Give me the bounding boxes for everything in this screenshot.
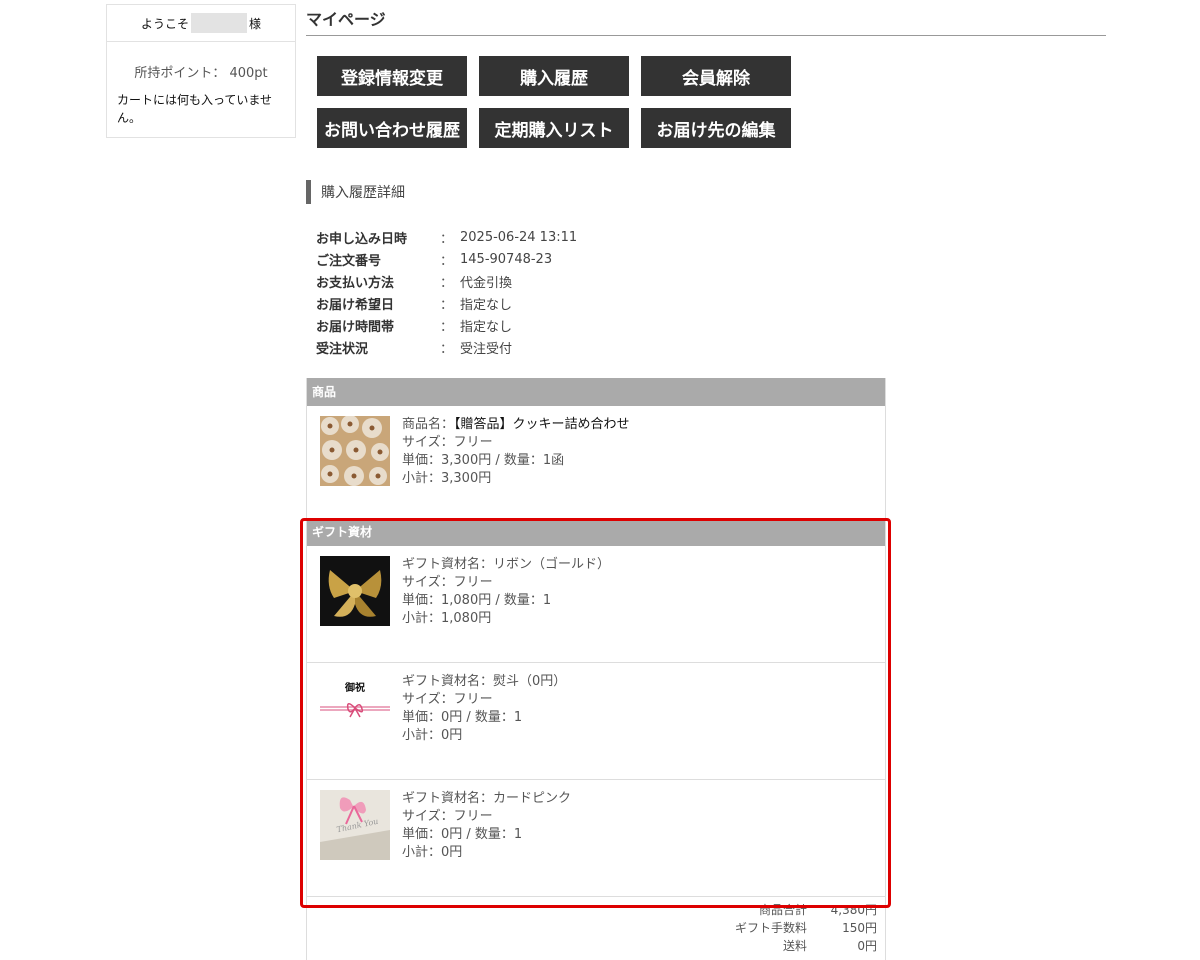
pink-card-image: Thank You: [320, 790, 390, 860]
gift-item-subtotal: 小計：1,080円: [402, 611, 492, 626]
delivery-time-value: 指定なし: [460, 319, 513, 335]
colon: ：: [440, 275, 454, 291]
order-number-label: ご注文番号: [316, 253, 382, 269]
colon: ：: [440, 253, 454, 269]
product-total-value: 4,380円: [830, 903, 877, 917]
gift-item-details: ギフト資材名：カードピンク サイズ：フリー 単価：0円 / 数量：1 小計：0円: [402, 790, 571, 862]
order-status-row: 受注状況 ： 受注受付: [316, 336, 577, 358]
gift-fee-value: 150円: [842, 921, 877, 935]
product-total-row: 商品合計 4,380円: [687, 901, 877, 919]
product-name-label: 商品名：: [402, 417, 455, 432]
payment-method-row: お支払い方法 ： 代金引換: [316, 270, 577, 292]
shipping-fee-value: 0円: [857, 939, 877, 953]
delivery-date-row: お届け希望日 ： 指定なし: [316, 292, 577, 314]
gift-fee-label: ギフト手数料: [734, 921, 807, 935]
edit-registration-button[interactable]: 登録情報変更: [317, 56, 467, 96]
welcome-prefix: ようこそ: [140, 16, 189, 31]
gift-item-row: Thank You ギフト資材名：カードピンク サイズ：フリー 単価：0円 / …: [307, 780, 885, 897]
gift-item-name: ギフト資材名：熨斗（0円）: [402, 674, 567, 689]
welcome-message: ようこそ 様: [107, 5, 295, 42]
colon: ：: [440, 297, 454, 313]
subscription-list-button[interactable]: 定期購入リスト: [479, 108, 629, 148]
order-date-value: 2025-06-24 13:11: [460, 229, 578, 245]
order-info: お申し込み日時 ： 2025-06-24 13:11 ご注文番号 ： 145-9…: [316, 226, 577, 358]
order-date-row: お申し込み日時 ： 2025-06-24 13:11: [316, 226, 577, 248]
cart-status: カートには何も入っていません。: [117, 93, 273, 125]
colon: ：: [440, 341, 454, 357]
gift-item-name: ギフト資材名：リボン（ゴールド）: [402, 557, 611, 572]
order-date-label: お申し込み日時: [316, 231, 408, 247]
gift-item-subtotal: 小計：0円: [402, 728, 463, 743]
gift-fee-row: ギフト手数料 150円: [687, 919, 877, 937]
payment-method-label: お支払い方法: [316, 275, 395, 291]
noshi-image: 御祝: [320, 673, 390, 743]
noshi-text: 御祝: [344, 681, 365, 694]
delivery-time-row: お届け時間帯 ： 指定なし: [316, 314, 577, 336]
order-items-table: 商品 商品名：【贈答品】クッキー詰め合わせ サイズ：フリー 単価：3,300円 …: [306, 378, 886, 960]
gift-item-size: サイズ：フリー: [402, 692, 493, 707]
delivery-date-label: お届け希望日: [316, 297, 395, 313]
gift-materials-header: ギフト資材: [307, 518, 885, 546]
product-total-label: 商品合計: [758, 903, 807, 917]
cancel-membership-button[interactable]: 会員解除: [641, 56, 791, 96]
products-header: 商品: [307, 378, 885, 406]
colon: ：: [440, 319, 454, 335]
order-status-label: 受注状況: [316, 341, 369, 357]
product-subtotal: 小計：3,300円: [402, 471, 492, 486]
gift-item-price: 単価：0円 / 数量：1: [402, 710, 523, 725]
order-number-row: ご注文番号 ： 145-90748-23: [316, 248, 577, 270]
shipping-fee-label: 送料: [782, 939, 807, 953]
order-status-value: 受注受付: [460, 341, 513, 357]
purchase-detail-heading: 購入履歴詳細: [306, 180, 405, 204]
product-details: 商品名：【贈答品】クッキー詰め合わせ サイズ：フリー 単価：3,300円 / 数…: [402, 416, 630, 488]
gift-item-details: ギフト資材名：リボン（ゴールド） サイズ：フリー 単価：1,080円 / 数量：…: [402, 556, 610, 628]
gift-item-row: 御祝 ギフト資材名：熨斗（0円） サイズ：フリー 単価：0円 / 数量：1 小計…: [307, 663, 885, 780]
gift-item-size: サイズ：フリー: [402, 575, 493, 590]
colon: ：: [440, 231, 454, 247]
product-price: 単価：3,300円 / 数量：1函: [402, 453, 565, 468]
gift-item-row: ギフト資材名：リボン（ゴールド） サイズ：フリー 単価：1,080円 / 数量：…: [307, 546, 885, 663]
order-number-value: 145-90748-23: [460, 251, 553, 267]
product-name: 【贈答品】クッキー詰め合わせ: [454, 417, 630, 432]
points-balance: 所持ポイント： 400pt: [134, 66, 268, 81]
product-size: サイズ：フリー: [402, 435, 493, 450]
gift-item-subtotal: 小計：0円: [402, 845, 463, 860]
gold-ribbon-image: [320, 556, 390, 626]
gift-item-price: 単価：1,080円 / 数量：1: [402, 593, 552, 608]
gift-item-name: ギフト資材名：カードピンク: [402, 791, 572, 806]
redacted-username: [191, 13, 247, 33]
page-title: マイページ: [306, 0, 1106, 36]
gift-item-details: ギフト資材名：熨斗（0円） サイズ：フリー 単価：0円 / 数量：1 小計：0円: [402, 673, 566, 745]
delivery-date-value: 指定なし: [460, 297, 513, 313]
edit-shipping-address-button[interactable]: お届け先の編集: [641, 108, 791, 148]
order-totals: 商品合計 4,380円 ギフト手数料 150円 送料 0円: [687, 901, 877, 955]
payment-method-value: 代金引換: [460, 275, 513, 291]
gift-item-size: サイズ：フリー: [402, 809, 493, 824]
main-content: マイページ 登録情報変更 購入履歴 会員解除 お問い合わせ履歴 定期購入リスト …: [306, 0, 1106, 960]
product-row: 商品名：【贈答品】クッキー詰め合わせ サイズ：フリー 単価：3,300円 / 数…: [307, 406, 885, 516]
sidebar: ようこそ 様 所持ポイント： 400pt カートには何も入っていません。: [106, 4, 296, 138]
gift-item-price: 単価：0円 / 数量：1: [402, 827, 523, 842]
welcome-suffix: 様: [249, 16, 262, 31]
gift-materials-section: ギフト資材 ギフト資材名：リボン（ゴールド） サイズ：フリー 単価：1,080円…: [307, 518, 885, 897]
shipping-fee-row: 送料 0円: [687, 937, 877, 955]
cookie-image: [320, 416, 390, 486]
purchase-history-button[interactable]: 購入履歴: [479, 56, 629, 96]
inquiry-history-button[interactable]: お問い合わせ履歴: [317, 108, 467, 148]
delivery-time-label: お届け時間帯: [316, 319, 395, 335]
